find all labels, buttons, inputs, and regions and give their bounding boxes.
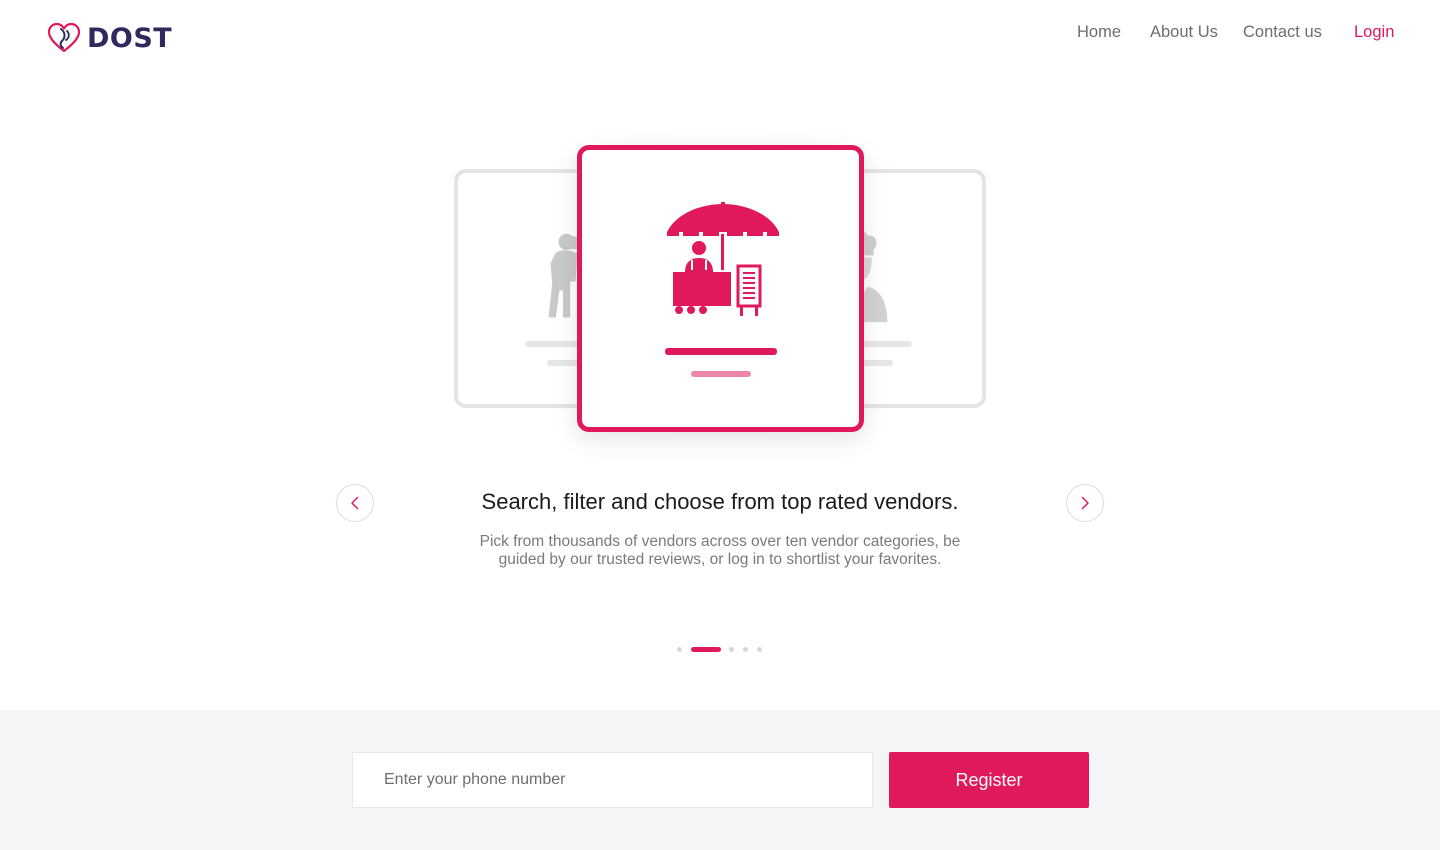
center-card — [577, 145, 864, 432]
food-stall-vendor-icon — [667, 202, 779, 316]
nav-contact-us[interactable]: Contact us — [1243, 23, 1322, 42]
carousel-dot-1[interactable] — [677, 647, 682, 652]
slide-title: Search, filter and choose from top rated… — [481, 489, 959, 514]
carousel-dot-3[interactable] — [729, 647, 734, 652]
carousel-pagination — [0, 647, 1440, 653]
nav-home[interactable]: Home — [1077, 23, 1121, 42]
carousel-dot-4[interactable] — [743, 647, 748, 652]
phone-number-input[interactable] — [352, 752, 873, 808]
register-button[interactable]: Register — [889, 752, 1089, 808]
center-card-bar-1 — [665, 348, 777, 355]
vendor-illustration — [420, 110, 1020, 460]
nav-login[interactable]: Login — [1354, 23, 1394, 42]
carousel-dot-5[interactable] — [757, 647, 762, 652]
nav-about-us[interactable]: About Us — [1150, 23, 1218, 42]
chevron-right-icon — [1081, 496, 1089, 510]
carousel-dot-2[interactable] — [691, 647, 721, 652]
carousel-next-button[interactable] — [1066, 484, 1104, 522]
page: DOST Home About Us Contact us Login Sear… — [0, 0, 1440, 850]
header: DOST Home About Us Contact us Login — [0, 0, 1440, 80]
main-nav: Home About Us Contact us Login — [0, 23, 1440, 45]
center-card-bar-2 — [691, 371, 751, 377]
register-section: Register — [0, 710, 1440, 850]
slide-description: Pick from thousands of vendors across ov… — [479, 533, 961, 568]
